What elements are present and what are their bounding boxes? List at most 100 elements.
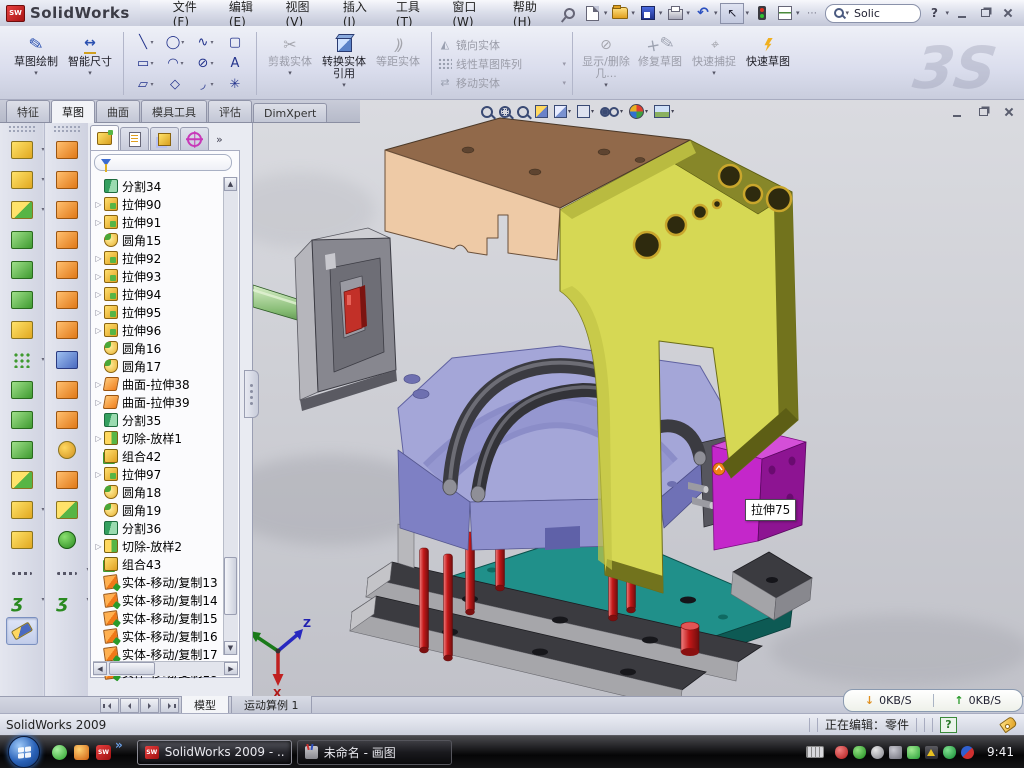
- taskbar-clock[interactable]: 9:41: [987, 745, 1014, 759]
- convert-dropdown[interactable]: ▾: [342, 81, 346, 89]
- expand-arrow-icon[interactable]: ▷: [93, 434, 104, 443]
- surfaces-surface-flange-button[interactable]: [52, 377, 82, 403]
- circle-dropdown[interactable]: ▾: [181, 39, 184, 46]
- taskbar-task-1[interactable]: 未命名 - 画图: [297, 740, 452, 765]
- tree-item[interactable]: ▷拉伸91: [93, 213, 223, 231]
- tab-propertymanager[interactable]: [120, 127, 149, 150]
- quick-snaps-button[interactable]: ⌖ 快速捕捉 ▾: [687, 31, 741, 97]
- expand-arrow-icon[interactable]: ▷: [93, 272, 104, 281]
- zoom-to-area-button[interactable]: [499, 106, 511, 118]
- tree-item[interactable]: 实体-移动/复制13: [93, 573, 223, 591]
- open-dropdown[interactable]: ▾: [631, 9, 635, 17]
- commandtab-4[interactable]: 评估: [208, 100, 252, 122]
- linear-sketch-pattern-dropdown[interactable]: ▾: [562, 60, 566, 68]
- sketch-tool-straight-slot[interactable]: ▱▾: [130, 74, 160, 95]
- surfaces-revolved-surface-button[interactable]: [52, 167, 82, 193]
- display-delete-relations-button[interactable]: ⊘ 显示/删除几... ▾: [579, 31, 633, 97]
- expand-arrow-icon[interactable]: ▷: [93, 326, 104, 335]
- tab-dimxpertmanager[interactable]: [180, 127, 209, 150]
- rapid-sketch-button[interactable]: 快速草图: [741, 31, 795, 97]
- appearances-button[interactable]: ▾: [629, 104, 648, 119]
- features-extruded-cut-button[interactable]: ▾: [7, 167, 37, 193]
- features-deform-button[interactable]: [7, 527, 37, 553]
- keyboard-layout-icon[interactable]: [806, 746, 824, 758]
- surfaces-extruded-surface-button[interactable]: [52, 197, 82, 223]
- surfaces-grip[interactable]: [53, 125, 80, 133]
- update-gear-icon[interactable]: [871, 746, 884, 759]
- search-input[interactable]: [852, 6, 902, 21]
- solidworks-red-quicklaunch-icon[interactable]: SW: [96, 745, 111, 760]
- tree-item[interactable]: ▷切除-放样2: [93, 537, 223, 555]
- tree-item[interactable]: 圆角16: [93, 339, 223, 357]
- line-dropdown[interactable]: ▾: [150, 39, 153, 46]
- expand-arrow-icon[interactable]: ▷: [93, 470, 104, 479]
- start-button[interactable]: [8, 736, 40, 768]
- help-button[interactable]: ?: [924, 4, 944, 23]
- display-style-button[interactable]: ▾: [577, 105, 594, 118]
- sketch-tool-circle[interactable]: ◯▾: [160, 32, 190, 53]
- quick-launch-overflow[interactable]: »: [115, 738, 123, 752]
- alert-yellow-icon[interactable]: [925, 746, 938, 759]
- apply-scene-dropdown[interactable]: ▾: [671, 108, 674, 115]
- features-move-copy-body-button[interactable]: [7, 467, 37, 493]
- straight-slot-dropdown[interactable]: ▾: [150, 81, 153, 88]
- convert-entities-button[interactable]: 转换实体引用 ▾: [317, 31, 371, 97]
- sketch-tool-line[interactable]: ╲▾: [130, 32, 160, 53]
- options-dropdown[interactable]: ▾: [796, 9, 800, 17]
- tree-item[interactable]: 实体-移动/复制14: [93, 591, 223, 609]
- sync-green-icon[interactable]: [907, 746, 920, 759]
- surfaces-knit-surface-button[interactable]: ▾: [52, 557, 82, 583]
- move-entities-button[interactable]: ⇄移动实体▾: [438, 75, 566, 91]
- messenger-green-quicklaunch-icon[interactable]: [52, 745, 67, 760]
- defense-green-plus-icon[interactable]: [943, 746, 956, 759]
- features-shell-button[interactable]: [7, 257, 37, 283]
- apply-scene-button[interactable]: ▾: [654, 105, 674, 118]
- save-dropdown[interactable]: ▾: [659, 9, 663, 17]
- features-grip[interactable]: [8, 125, 35, 133]
- expand-arrow-icon[interactable]: ▷: [93, 200, 104, 209]
- save-button[interactable]: [638, 4, 658, 23]
- features-split-body-button[interactable]: [7, 437, 37, 463]
- help-dropdown[interactable]: ▾: [945, 9, 949, 17]
- section-view-button[interactable]: [535, 105, 548, 118]
- view-orientation-dropdown[interactable]: ▾: [568, 108, 571, 115]
- expand-arrow-icon[interactable]: ▷: [93, 254, 104, 263]
- move-entities-dropdown[interactable]: ▾: [562, 79, 566, 87]
- sketch-button[interactable]: ✎ 草图绘制 ▾: [9, 31, 63, 97]
- status-help-icon[interactable]: ?: [940, 717, 957, 733]
- tag-icon[interactable]: [999, 716, 1018, 734]
- scroll-up-button[interactable]: ▲: [224, 177, 237, 191]
- tab-featuremanager[interactable]: [90, 125, 119, 150]
- new-dropdown[interactable]: ▾: [604, 9, 608, 17]
- surfaces-mid-surface-button[interactable]: [52, 527, 82, 553]
- sketch-dropdown[interactable]: ▾: [34, 69, 38, 77]
- antivirus-red-shield-icon[interactable]: [835, 746, 848, 759]
- sketch-fillet-dropdown[interactable]: ▾: [210, 81, 213, 88]
- app-restore-button[interactable]: [975, 5, 995, 22]
- commandtab-2[interactable]: 曲面: [96, 100, 140, 122]
- scroll-left-button[interactable]: ◀: [93, 662, 107, 675]
- features-combine-bodies-button[interactable]: [7, 407, 37, 433]
- commandtab-5[interactable]: DimXpert: [253, 103, 327, 122]
- search-scope-dropdown[interactable]: ▾: [845, 9, 849, 17]
- rebuild-button[interactable]: [752, 4, 772, 23]
- surfaces-planar-surface-button[interactable]: [52, 317, 82, 343]
- surfaces-filled-surface-button[interactable]: [52, 257, 82, 283]
- trim-entities-button[interactable]: ✂ 剪裁实体 ▾: [263, 31, 317, 97]
- features-linear-pattern-button[interactable]: ▾: [7, 347, 37, 373]
- open-button[interactable]: [610, 4, 630, 23]
- volume-icon[interactable]: [889, 746, 902, 759]
- search-box[interactable]: ▾: [825, 4, 921, 23]
- trim-dropdown[interactable]: ▾: [288, 69, 292, 77]
- surfaces-surface-helix-button[interactable]: ▾: [52, 587, 82, 613]
- scroll-down-button[interactable]: ▼: [224, 641, 237, 655]
- hide-show-items-button[interactable]: ▾: [600, 107, 623, 117]
- first-tab-button[interactable]: [100, 698, 119, 713]
- features-fillet-button[interactable]: ▾: [7, 197, 37, 223]
- zoom-to-fit-button[interactable]: [481, 106, 493, 118]
- sketch-tool-sketch-fillet[interactable]: ◞▾: [190, 74, 220, 95]
- appearances-dropdown[interactable]: ▾: [645, 108, 648, 115]
- select-button[interactable]: ↖: [720, 3, 744, 24]
- features-hole-wizard-button[interactable]: [7, 317, 37, 343]
- print-dropdown[interactable]: ▾: [686, 9, 690, 17]
